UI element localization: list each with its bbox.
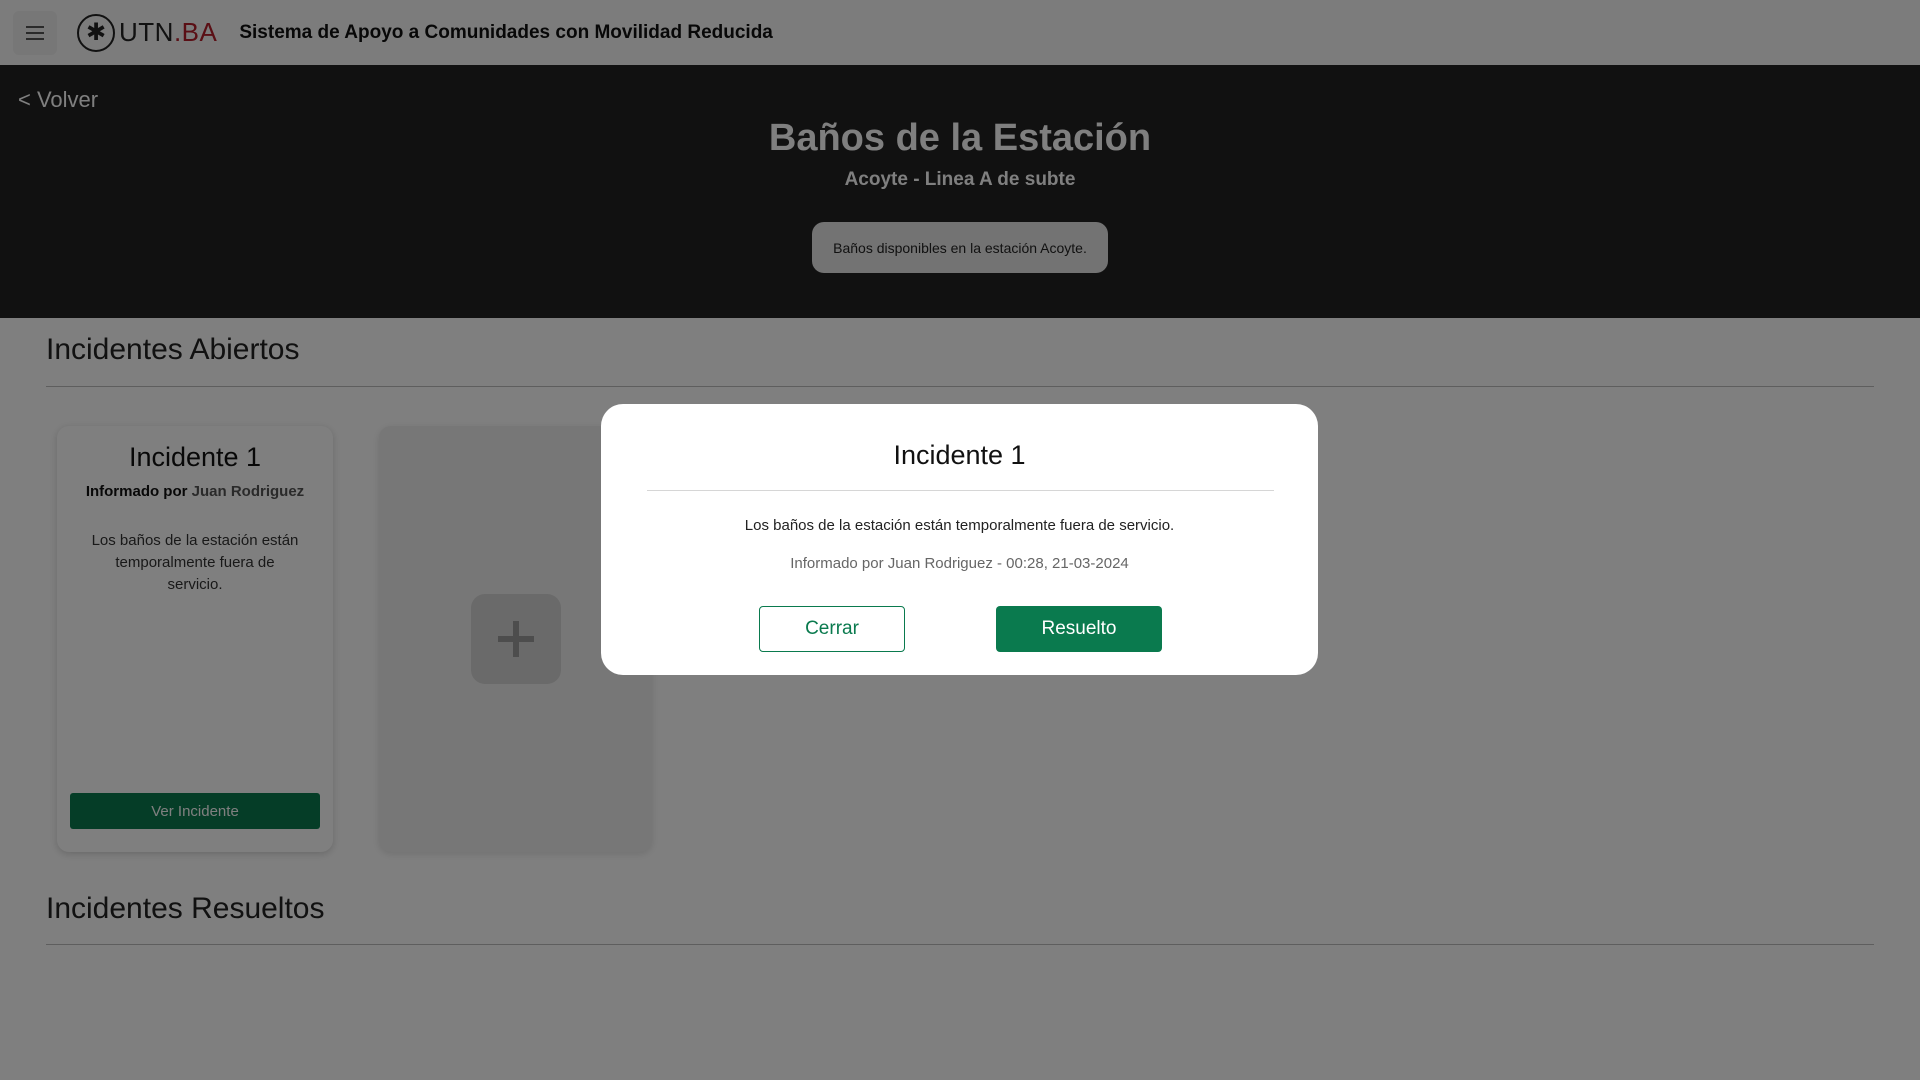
modal-divider (647, 490, 1274, 491)
close-button[interactable]: Cerrar (759, 606, 905, 652)
modal-report-meta: Informado por Juan Rodriguez - 00:28, 21… (790, 555, 1129, 572)
modal-title: Incidente 1 (893, 440, 1026, 470)
incident-modal: Incidente 1 Los baños de la estación est… (601, 404, 1318, 675)
resolve-button[interactable]: Resuelto (996, 606, 1162, 652)
modal-description: Los baños de la estación están temporalm… (744, 517, 1175, 534)
